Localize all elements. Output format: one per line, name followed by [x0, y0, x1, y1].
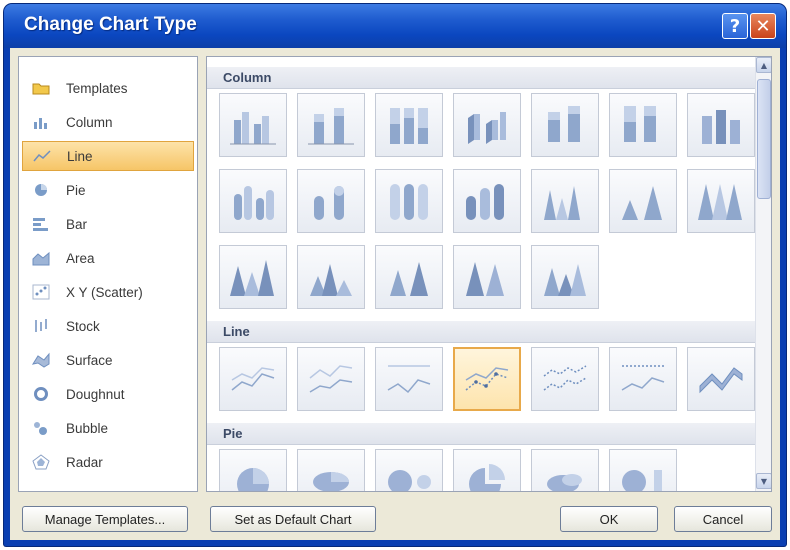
category-radar[interactable]: Radar	[22, 447, 194, 477]
area-chart-icon	[32, 250, 50, 266]
thumb-100-stacked-cylinder[interactable]	[375, 169, 443, 233]
section-header-column: Column	[207, 67, 755, 89]
thumb-clustered-cone[interactable]	[531, 169, 599, 233]
scroll-up-arrow[interactable]: ▲	[756, 57, 771, 73]
category-label: Stock	[66, 318, 100, 334]
thumb-stacked-cylinder[interactable]	[297, 169, 365, 233]
thumb-stacked-column[interactable]	[297, 93, 365, 157]
surface-chart-icon	[32, 352, 50, 368]
thumb-100-stacked-line[interactable]	[375, 347, 443, 411]
category-line[interactable]: Line	[22, 141, 194, 171]
thumb-3d-clustered-cylinder[interactable]	[453, 169, 521, 233]
line-chart-icon	[33, 148, 51, 164]
pie-chart-icon	[32, 182, 50, 198]
thumb-stacked-line-with-markers[interactable]	[531, 347, 599, 411]
manage-templates-button[interactable]: Manage Templates...	[22, 506, 188, 532]
scatter-chart-icon	[32, 284, 50, 300]
thumb-line[interactable]	[219, 347, 287, 411]
doughnut-chart-icon	[32, 386, 50, 402]
thumb-3d-clustered-column[interactable]	[453, 93, 521, 157]
category-bar[interactable]: Bar	[22, 209, 194, 239]
thumb-pie[interactable]	[219, 449, 287, 491]
thumb-exploded-pie[interactable]	[453, 449, 521, 491]
thumb-100-stacked-line-with-markers[interactable]	[609, 347, 677, 411]
bubble-chart-icon	[32, 420, 50, 436]
thumb-stacked-cone[interactable]	[609, 169, 677, 233]
category-label: Surface	[66, 352, 113, 368]
thumb-100-stacked-cone[interactable]	[687, 169, 755, 233]
category-label: Templates	[66, 80, 128, 96]
thumb-clustered-column[interactable]	[219, 93, 287, 157]
chart-subtype-gallery: Column Line Pie ▲ ▼	[206, 56, 772, 492]
set-default-chart-button[interactable]: Set as Default Chart	[210, 506, 376, 532]
close-button[interactable]: ✕	[750, 13, 776, 39]
category-label: Radar	[66, 454, 103, 470]
category-label: Bar	[66, 216, 88, 232]
column-chart-icon	[32, 114, 50, 130]
category-pie[interactable]: Pie	[22, 175, 194, 205]
thumb-3d-exploded-pie[interactable]	[531, 449, 599, 491]
gallery-scrollbar[interactable]: ▲ ▼	[755, 57, 771, 491]
change-chart-type-dialog: Change Chart Type ? ✕ Templates Column L…	[4, 4, 786, 546]
chart-category-list: Templates Column Line Pie Bar Area X Y (…	[18, 56, 198, 492]
thumb-3d-100-stacked-column[interactable]	[609, 93, 677, 157]
category-surface[interactable]: Surface	[22, 345, 194, 375]
category-doughnut[interactable]: Doughnut	[22, 379, 194, 409]
bar-chart-icon	[32, 216, 50, 232]
radar-chart-icon	[32, 454, 50, 470]
category-bubble[interactable]: Bubble	[22, 413, 194, 443]
thumb-clustered-pyramid[interactable]	[531, 245, 599, 309]
cancel-button[interactable]: Cancel	[674, 506, 772, 532]
thumb-3d-clustered-cone[interactable]	[219, 245, 287, 309]
thumb-3d-pie[interactable]	[297, 449, 365, 491]
thumb-3d-column[interactable]	[687, 93, 755, 157]
category-label: Area	[66, 250, 95, 266]
thumb-100-stacked-column[interactable]	[375, 93, 443, 157]
thumb-stacked-line[interactable]	[297, 347, 365, 411]
scroll-down-arrow[interactable]: ▼	[756, 473, 771, 489]
thumb-clustered-cylinder[interactable]	[219, 169, 287, 233]
thumb-3d-stacked-column[interactable]	[531, 93, 599, 157]
section-header-line: Line	[207, 321, 755, 343]
category-label: Column	[66, 114, 113, 130]
folder-icon	[32, 80, 50, 96]
scrollbar-thumb[interactable]	[757, 79, 771, 199]
dialog-body: Templates Column Line Pie Bar Area X Y (…	[10, 48, 780, 540]
category-stock[interactable]: Stock	[22, 311, 194, 341]
thumb-bar-of-pie[interactable]	[609, 449, 677, 491]
category-area[interactable]: Area	[22, 243, 194, 273]
thumb-pie-of-pie[interactable]	[375, 449, 443, 491]
thumb-line-with-markers[interactable]	[453, 347, 521, 411]
ok-button[interactable]: OK	[560, 506, 658, 532]
help-button[interactable]: ?	[722, 13, 748, 39]
category-scatter[interactable]: X Y (Scatter)	[22, 277, 194, 307]
title-bar[interactable]: Change Chart Type ? ✕	[4, 4, 786, 48]
thumb-3d-line[interactable]	[687, 347, 755, 411]
category-label: Pie	[66, 182, 86, 198]
dialog-title: Change Chart Type	[24, 14, 197, 35]
thumb-3d-cone[interactable]	[453, 245, 521, 309]
category-label: Line	[67, 148, 93, 164]
thumb-3d-100-stacked-cone[interactable]	[375, 245, 443, 309]
stock-chart-icon	[32, 318, 50, 334]
category-label: Doughnut	[66, 386, 125, 402]
category-column[interactable]: Column	[22, 107, 194, 137]
section-header-pie: Pie	[207, 423, 755, 445]
category-templates[interactable]: Templates	[22, 73, 194, 103]
category-label: Bubble	[66, 420, 109, 436]
category-label: X Y (Scatter)	[66, 284, 143, 300]
thumb-3d-stacked-cone[interactable]	[297, 245, 365, 309]
